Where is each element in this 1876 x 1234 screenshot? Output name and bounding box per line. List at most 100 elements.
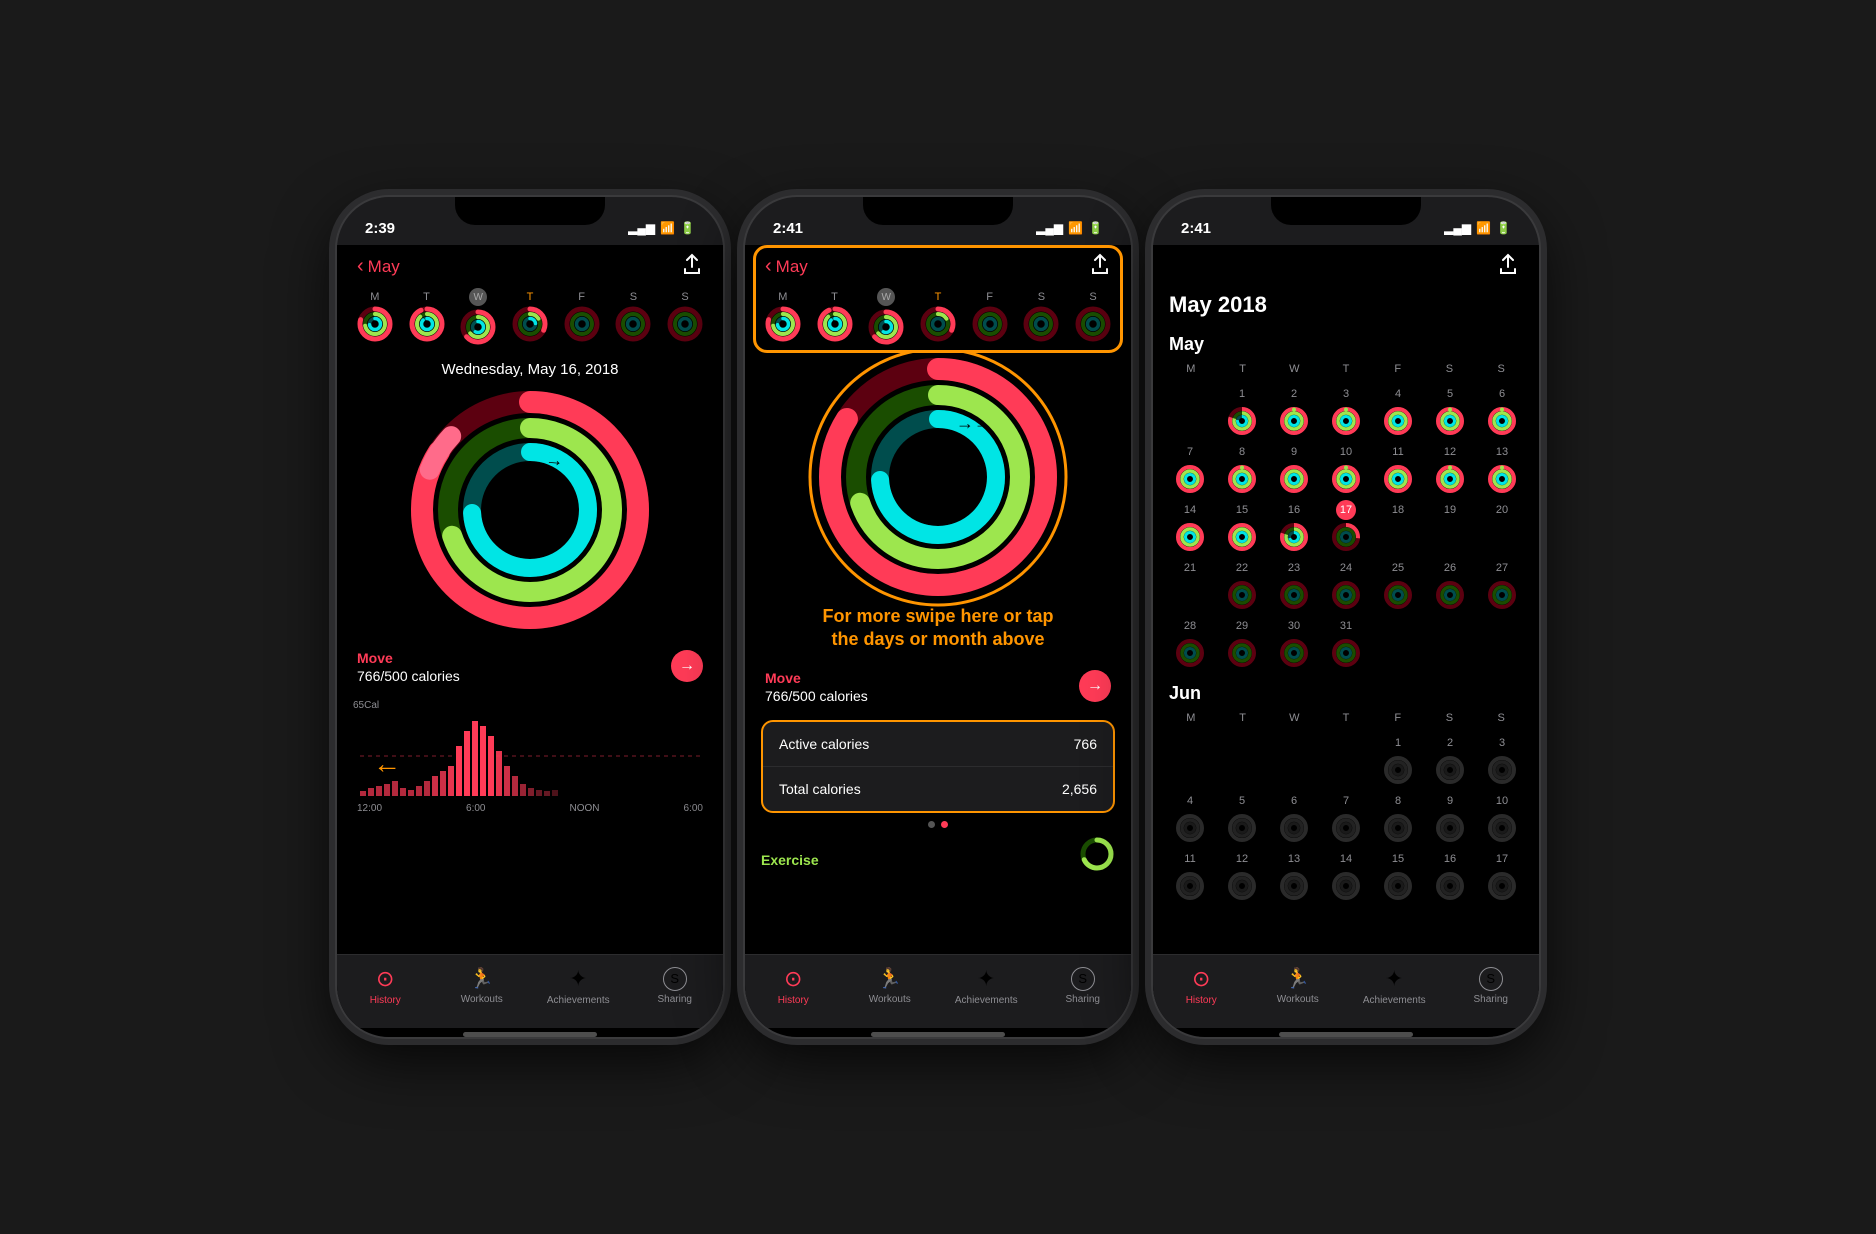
day-tue[interactable]: T bbox=[409, 291, 445, 342]
share-button-1[interactable] bbox=[681, 253, 703, 280]
total-cal-row: Total calories 2,656 bbox=[763, 767, 1113, 811]
battery-icon: 🔋 bbox=[680, 221, 695, 235]
tab-sharing-3[interactable]: S Sharing bbox=[1443, 967, 1540, 1005]
day-mon[interactable]: M bbox=[357, 291, 393, 342]
back-label-1: May bbox=[368, 257, 400, 277]
back-label-2: May bbox=[776, 257, 808, 277]
status-icons-3: ▂▄▆ 📶 🔋 bbox=[1444, 221, 1511, 235]
achievements-icon-2: ✦ bbox=[977, 966, 995, 992]
dot-1 bbox=[928, 821, 935, 828]
total-cal-value: 2,656 bbox=[1062, 781, 1097, 797]
time-2: 2:41 bbox=[773, 220, 803, 237]
move-arrow-btn-2[interactable]: → bbox=[1079, 670, 1111, 702]
day-sun[interactable]: S bbox=[667, 291, 703, 342]
workouts-label-2: Workouts bbox=[869, 994, 911, 1005]
tab-sharing-2[interactable]: S Sharing bbox=[1035, 967, 1132, 1005]
tab-history-2[interactable]: ⊙ History bbox=[745, 966, 842, 1006]
day-tue-2[interactable]: T bbox=[817, 291, 853, 342]
history-label-3: History bbox=[1186, 995, 1217, 1006]
week-strip-2: M T bbox=[745, 284, 1131, 353]
day-wed-today[interactable]: W bbox=[460, 288, 496, 345]
tab-achievements-2[interactable]: ✦ Achievements bbox=[938, 966, 1035, 1006]
active-cal-value: 766 bbox=[1074, 736, 1097, 752]
exercise-ring bbox=[1079, 836, 1115, 872]
day-mon-2[interactable]: M bbox=[765, 291, 801, 342]
status-icons-2: ▂▄▆ 📶 🔋 bbox=[1036, 221, 1103, 235]
may-week1: 1 2 bbox=[1165, 381, 1527, 439]
back-button-2[interactable]: ‹ May bbox=[765, 255, 808, 278]
calendar-content-3: May 2018 May M T W T F S S 1 bbox=[1153, 284, 1539, 954]
may-header: May bbox=[1169, 334, 1523, 355]
chart-time-4: 6:00 bbox=[684, 803, 703, 814]
day-thu-2[interactable]: T bbox=[920, 291, 956, 342]
may-week2: 7 8 bbox=[1165, 439, 1527, 497]
history-icon-3: ⊙ bbox=[1192, 966, 1210, 992]
tab-workouts-3[interactable]: 🏃 Workouts bbox=[1250, 966, 1347, 1005]
time-3: 2:41 bbox=[1181, 220, 1211, 237]
big-ring-2-container: →→ ↑ bbox=[818, 357, 1058, 597]
history-icon-2: ⊙ bbox=[784, 966, 802, 992]
main-content-2: →→ ↑ For more swipe here or tapthe days … bbox=[745, 353, 1131, 954]
tab-history-1[interactable]: ⊙ History bbox=[337, 966, 434, 1006]
achievements-label-1: Achievements bbox=[547, 995, 610, 1006]
notch bbox=[455, 197, 605, 225]
tab-bar-2: ⊙ History 🏃 Workouts ✦ Achievements S Sh… bbox=[745, 954, 1131, 1028]
notch-2 bbox=[863, 197, 1013, 225]
workouts-icon-1: 🏃 bbox=[469, 966, 494, 991]
day-sat[interactable]: S bbox=[615, 291, 651, 342]
tab-history-3[interactable]: ⊙ History bbox=[1153, 966, 1250, 1006]
workouts-icon-3: 🏃 bbox=[1285, 966, 1310, 991]
battery-icon-2: 🔋 bbox=[1088, 221, 1103, 235]
sharing-icon-1: S bbox=[663, 967, 687, 991]
move-section-1: Move 766/500 calories → bbox=[353, 642, 707, 692]
status-icons-1: ▂▄▆ 📶 🔋 bbox=[628, 221, 695, 235]
exercise-label-2: Exercise bbox=[761, 852, 819, 868]
day-fri-2[interactable]: F bbox=[972, 291, 1008, 342]
total-cal-label: Total calories bbox=[779, 781, 861, 797]
cal-weekdays-may: M T W T F S S bbox=[1165, 361, 1527, 377]
day-fri[interactable]: F bbox=[564, 291, 600, 342]
screen-1: ‹ May M bbox=[337, 245, 723, 1037]
day-wed-2[interactable]: W bbox=[868, 288, 904, 345]
back-chevron-2: ‹ bbox=[765, 255, 772, 278]
tab-workouts-2[interactable]: 🏃 Workouts bbox=[842, 966, 939, 1005]
tab-achievements-1[interactable]: ✦ Achievements bbox=[530, 966, 627, 1006]
may-week5: 28 29 30 bbox=[1165, 613, 1527, 671]
battery-icon-3: 🔋 bbox=[1496, 221, 1511, 235]
day-sun-2[interactable]: S bbox=[1075, 291, 1111, 342]
signal-icon-3: ▂▄▆ bbox=[1444, 221, 1471, 235]
day-sat-2[interactable]: S bbox=[1023, 291, 1059, 342]
move-section-2: Move 766/500 calories → bbox=[761, 662, 1115, 712]
workouts-label-1: Workouts bbox=[461, 994, 503, 1005]
tab-sharing-1[interactable]: S Sharing bbox=[627, 967, 724, 1005]
nav-header-1: ‹ May bbox=[337, 245, 723, 284]
big-ring-1: → →→ ↑ bbox=[410, 390, 650, 630]
sharing-label-1: Sharing bbox=[658, 994, 692, 1005]
jun-week1: 1 2 3 bbox=[1165, 730, 1527, 788]
chart-time-2: 6:00 bbox=[466, 803, 485, 814]
jun-week3: 11 12 13 bbox=[1165, 846, 1527, 904]
share-button-2[interactable] bbox=[1089, 253, 1111, 280]
exercise-section-2: Exercise bbox=[761, 836, 1115, 872]
sharing-icon-2: S bbox=[1071, 967, 1095, 991]
move-value-2: 766/500 calories bbox=[765, 688, 868, 704]
achievements-icon-1: ✦ bbox=[569, 966, 587, 992]
jun-header: Jun bbox=[1169, 683, 1523, 704]
dot-2 bbox=[941, 821, 948, 828]
cal-title-3: May 2018 bbox=[1165, 284, 1527, 322]
svg-text:→→: →→ bbox=[956, 413, 992, 433]
active-cal-label: Active calories bbox=[779, 736, 869, 752]
share-button-3[interactable] bbox=[1497, 253, 1519, 280]
chart-time-1: 12:00 bbox=[357, 803, 382, 814]
screen-3: May 2018 May M T W T F S S 1 bbox=[1153, 245, 1539, 1037]
back-chevron-1: ‹ bbox=[357, 255, 364, 278]
tab-bar-1: ⊙ History 🏃 Workouts ✦ Achievements S Sh… bbox=[337, 954, 723, 1028]
may-week4: 21 22 23 bbox=[1165, 555, 1527, 613]
back-button-1[interactable]: ‹ May bbox=[357, 255, 400, 278]
main-content-1: Wednesday, May 16, 2018 → bbox=[337, 353, 723, 954]
tab-workouts-1[interactable]: 🏃 Workouts bbox=[434, 966, 531, 1005]
move-arrow-btn-1[interactable]: → bbox=[671, 650, 703, 682]
nav-header-3 bbox=[1153, 245, 1539, 284]
tab-achievements-3[interactable]: ✦ Achievements bbox=[1346, 966, 1443, 1006]
day-thu[interactable]: T bbox=[512, 291, 548, 342]
